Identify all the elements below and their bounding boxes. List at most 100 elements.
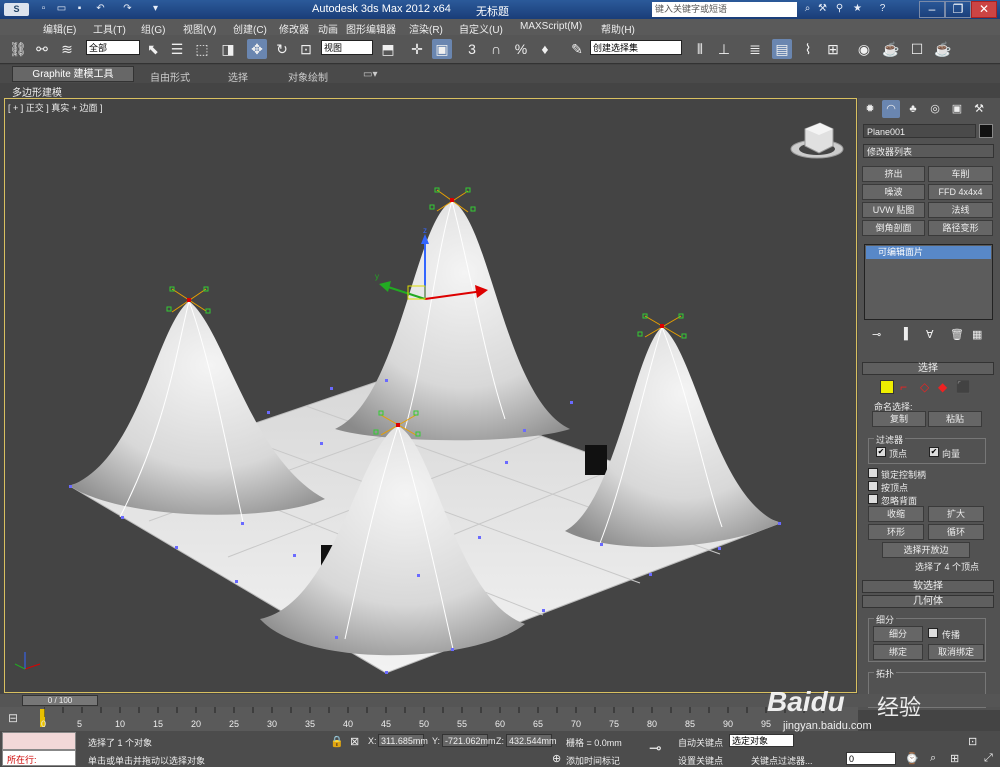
select-scale-icon[interactable]: ⊡ bbox=[296, 39, 316, 59]
select-open-edges-button[interactable]: 选择开放边 bbox=[882, 542, 970, 558]
minimize-button[interactable]: – bbox=[919, 1, 945, 18]
perspective-viewport[interactable]: z y [ + ] 正交 ] 真实 + 边面 ] bbox=[4, 98, 857, 693]
quick-access-dropdown-icon[interactable]: ▾ bbox=[148, 2, 163, 16]
vector-filter-checkbox[interactable]: ✔ bbox=[929, 447, 939, 457]
mound-left[interactable] bbox=[70, 300, 325, 523]
maxscript-listener[interactable] bbox=[2, 732, 76, 750]
rollout-geometry-header[interactable]: 几何体 bbox=[862, 595, 994, 608]
handle-level-icon[interactable]: ⌐ bbox=[900, 380, 907, 394]
current-frame-field[interactable]: 0 bbox=[846, 752, 896, 765]
by-vertex-checkbox[interactable] bbox=[868, 481, 878, 491]
ribbon-options-icon[interactable]: ▭▾ bbox=[363, 69, 377, 80]
select-object-icon[interactable]: ⬉ bbox=[143, 39, 163, 59]
polygon-modeling-label[interactable]: 多边形建模 bbox=[12, 84, 62, 99]
curve-editor-icon[interactable]: ⌇ bbox=[798, 39, 818, 59]
pin-stack-icon[interactable]: ⊸ bbox=[872, 328, 881, 341]
select-move-icon[interactable]: ✥ bbox=[247, 39, 267, 59]
menu-maxscript[interactable]: MAXScript(M) bbox=[520, 21, 582, 32]
vertex-filter-checkbox[interactable]: ✔ bbox=[876, 447, 886, 457]
menu-help[interactable]: 帮助(H) bbox=[601, 21, 635, 36]
unbind-button[interactable]: 取消绑定 bbox=[928, 644, 984, 660]
ignore-backfacing-checkbox[interactable] bbox=[868, 494, 878, 504]
search-input[interactable]: 键入关键字或短语 bbox=[652, 2, 797, 17]
track-bar[interactable]: ⊟ 0 5 10 15 20 25 30 35 40 45 50 55 60 6… bbox=[0, 707, 858, 731]
configure-sets-icon[interactable]: ▦ bbox=[972, 328, 982, 341]
modifier-lathe-button[interactable]: 车削 bbox=[928, 166, 993, 182]
key-icon[interactable]: ⊸ bbox=[649, 739, 662, 757]
x-coordinate-field[interactable]: 311.685mm bbox=[378, 734, 428, 747]
menu-modifiers[interactable]: 修改器 bbox=[279, 21, 309, 36]
maxscript-mini-listener[interactable]: 所在行: bbox=[2, 750, 76, 766]
open-file-icon[interactable]: ▭ bbox=[54, 2, 69, 16]
modifier-bevel-profile-button[interactable]: 倒角剖面 bbox=[862, 220, 925, 236]
create-tab-icon[interactable]: ✹ bbox=[861, 100, 879, 118]
new-file-icon[interactable]: ▫ bbox=[36, 2, 51, 16]
key-mode-dropdown[interactable]: 选定对象 bbox=[729, 734, 794, 747]
modifier-normal-button[interactable]: 法线 bbox=[928, 202, 993, 218]
add-time-tag-label[interactable]: 添加时间标记 bbox=[566, 754, 620, 767]
tab-graphite-modeling[interactable]: Graphite 建模工具 bbox=[12, 66, 134, 82]
key-filters-button[interactable]: 关键点过滤器... bbox=[751, 754, 813, 767]
object-color-swatch[interactable] bbox=[979, 124, 993, 138]
copy-selection-button[interactable]: 复制 bbox=[872, 411, 926, 427]
modifier-noise-button[interactable]: 噪波 bbox=[862, 184, 925, 200]
menu-graph-editors[interactable]: 图形编辑器 bbox=[346, 21, 396, 36]
menu-rendering[interactable]: 渲染(R) bbox=[409, 21, 443, 36]
viewport-scene[interactable]: z y bbox=[5, 99, 858, 694]
viewcube-icon[interactable] bbox=[790, 122, 844, 159]
shrink-button[interactable]: 收缩 bbox=[868, 506, 924, 522]
rollout-selection-header[interactable]: 选择 bbox=[862, 362, 994, 375]
maximize-viewport-icon[interactable]: ⤢ bbox=[984, 752, 993, 765]
layer-manager-icon[interactable]: ≣ bbox=[745, 39, 765, 59]
time-config-icon[interactable]: ⌚ bbox=[905, 752, 919, 765]
save-file-icon[interactable]: ▪ bbox=[72, 2, 87, 16]
restore-button[interactable]: ❐ bbox=[945, 1, 971, 18]
help-icon[interactable]: ? bbox=[875, 2, 890, 16]
ring-button[interactable]: 环形 bbox=[868, 524, 924, 540]
menu-tools[interactable]: 工具(T) bbox=[93, 21, 126, 36]
modifier-uvw-button[interactable]: UVW 贴图 bbox=[862, 202, 925, 218]
motion-tab-icon[interactable]: ◎ bbox=[926, 100, 944, 118]
subscription-icon[interactable]: ⚒ bbox=[815, 2, 830, 16]
select-by-name-icon[interactable]: ☰ bbox=[167, 39, 187, 59]
snaps-toggle-icon[interactable]: 3 bbox=[462, 39, 482, 59]
tab-selection[interactable]: 选择 bbox=[228, 69, 248, 84]
paste-selection-button[interactable]: 粘贴 bbox=[928, 411, 982, 427]
time-slider[interactable]: 0 / 100 bbox=[22, 695, 98, 706]
menu-group[interactable]: 组(G) bbox=[141, 21, 165, 36]
menu-customize[interactable]: 自定义(U) bbox=[459, 21, 503, 36]
select-rotate-icon[interactable]: ↻ bbox=[272, 39, 292, 59]
add-time-tag-icon[interactable]: ⊕ bbox=[552, 752, 561, 765]
reference-coord-dropdown[interactable]: 视图 bbox=[321, 40, 373, 55]
vertex-level-icon[interactable] bbox=[880, 380, 894, 394]
modify-tab-icon[interactable]: ◠ bbox=[882, 100, 900, 118]
menu-create[interactable]: 创建(C) bbox=[233, 21, 267, 36]
tab-object-paint[interactable]: 对象绘制 bbox=[288, 69, 328, 84]
bind-space-warp-icon[interactable]: ≋ bbox=[57, 39, 77, 59]
keyboard-shortcut-toggle-icon[interactable]: ▣ bbox=[432, 39, 452, 59]
modifier-extrude-button[interactable]: 挤出 bbox=[862, 166, 925, 182]
spinner-snap-icon[interactable]: ♦ bbox=[535, 39, 555, 59]
rect-selection-icon[interactable]: ⬚ bbox=[192, 39, 212, 59]
propagate-checkbox[interactable] bbox=[928, 628, 938, 638]
render-production-icon[interactable]: ☕ bbox=[933, 39, 953, 59]
rendered-frame-icon[interactable]: ☐ bbox=[907, 39, 927, 59]
loop-button[interactable]: 循环 bbox=[928, 524, 984, 540]
close-button[interactable]: ✕ bbox=[971, 1, 997, 18]
unlink-icon[interactable]: ⚯ bbox=[32, 39, 52, 59]
menu-animation[interactable]: 动画 bbox=[318, 21, 338, 36]
rollout-soft-selection-header[interactable]: 软选择 bbox=[862, 580, 994, 593]
edit-named-selection-icon[interactable]: ✎ bbox=[567, 39, 587, 59]
grow-button[interactable]: 扩大 bbox=[928, 506, 984, 522]
bind-button[interactable]: 绑定 bbox=[873, 644, 923, 660]
pivot-center-icon[interactable]: ⬒ bbox=[378, 39, 398, 59]
mound-right[interactable] bbox=[565, 326, 780, 547]
selection-lock-icon[interactable]: 🔒 bbox=[330, 735, 344, 748]
menu-views[interactable]: 视图(V) bbox=[183, 21, 216, 36]
search-icon[interactable]: ⌕ bbox=[800, 2, 815, 16]
mirror-icon[interactable]: ⫴ bbox=[690, 39, 710, 59]
element-level-icon[interactable]: ⬛ bbox=[956, 380, 971, 394]
zoom-extents-icon[interactable]: ⊡ bbox=[968, 735, 977, 748]
align-icon[interactable]: ⊥ bbox=[714, 39, 734, 59]
subdivide-button[interactable]: 细分 bbox=[873, 626, 923, 642]
